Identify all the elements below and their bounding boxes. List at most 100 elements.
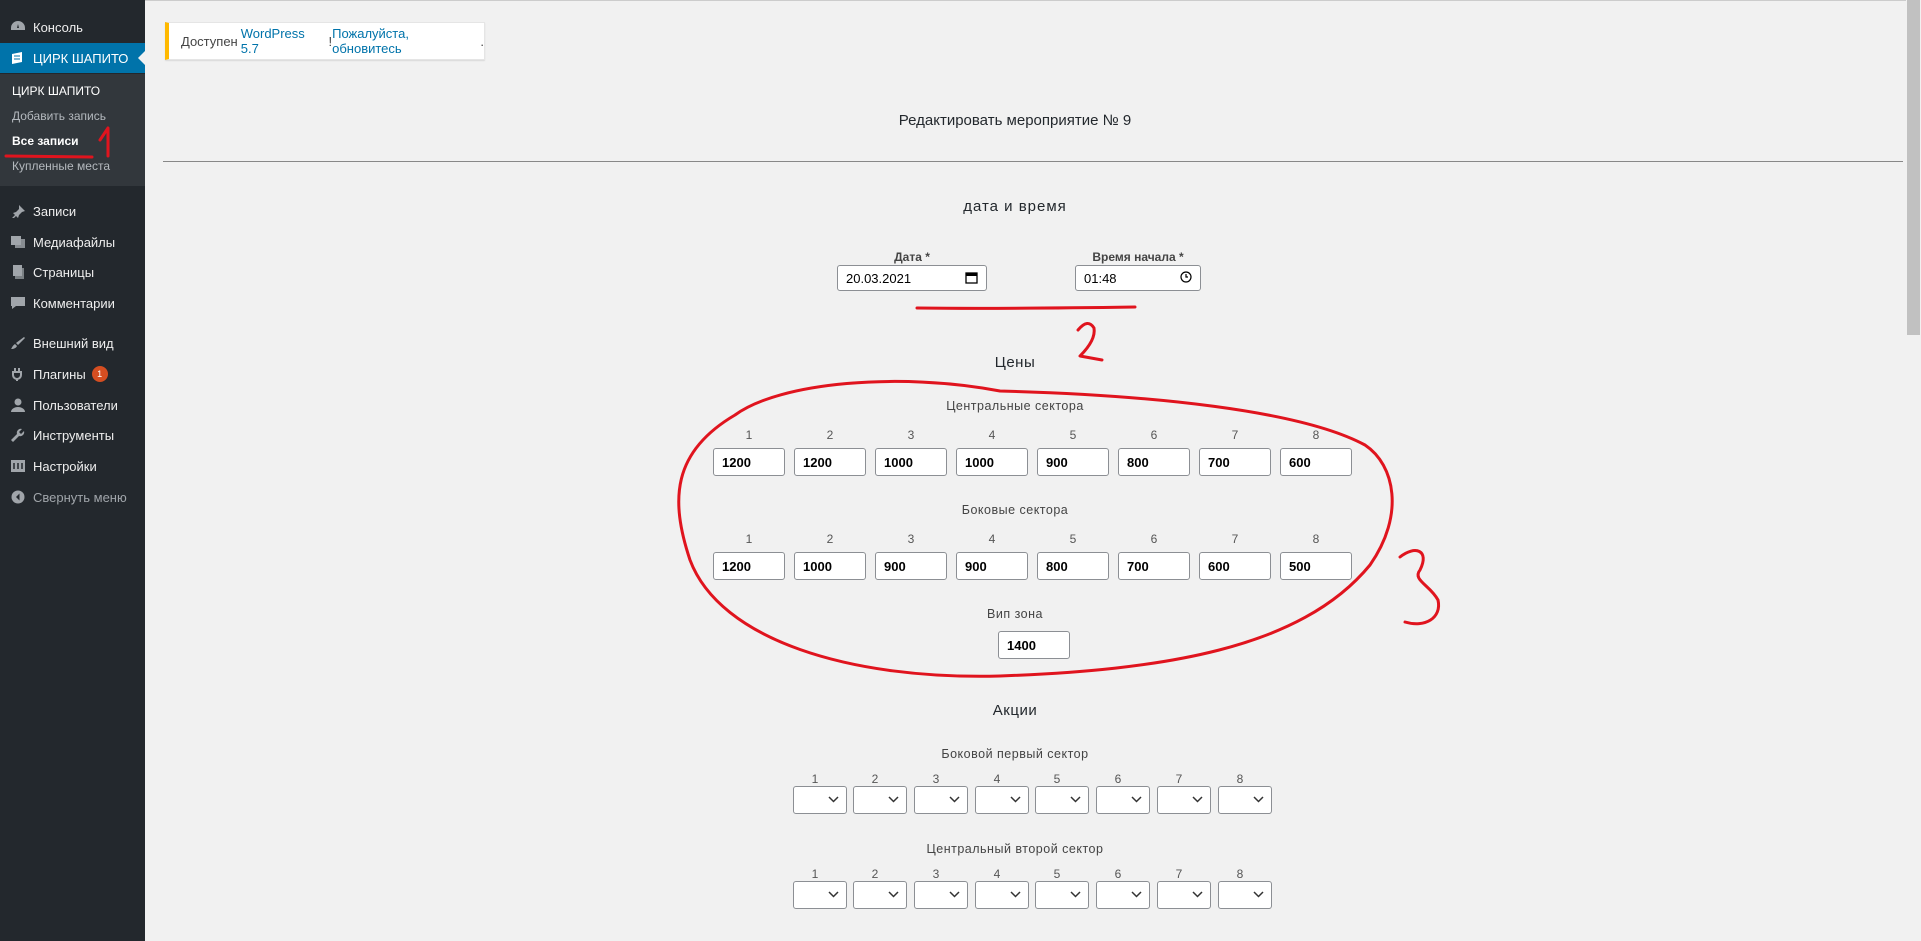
column-number-label: 7 — [1231, 428, 1239, 442]
menu-item-appearance[interactable]: Внешний вид — [0, 328, 145, 358]
price-value: 1000 — [884, 454, 913, 470]
promo-select[interactable] — [975, 786, 1029, 814]
notice-text-suffix: . — [480, 33, 484, 49]
submenu: ЦИРК ШАПИТО Добавить запись Все записи К… — [0, 74, 145, 186]
column-number-label: 6 — [1114, 867, 1122, 881]
price-input[interactable]: 700 — [1199, 448, 1271, 476]
menu-item-posts[interactable]: Записи — [0, 196, 145, 226]
price-input[interactable]: 900 — [956, 552, 1028, 580]
price-input[interactable]: 600 — [1280, 448, 1352, 476]
menu-item-dashboard[interactable]: Консоль — [0, 12, 145, 42]
price-input[interactable]: 900 — [875, 552, 947, 580]
promo-select[interactable] — [853, 881, 907, 909]
menu-label: Плагины — [33, 366, 86, 382]
submenu-item-add[interactable]: Добавить запись — [12, 109, 106, 123]
promo-select[interactable] — [975, 881, 1029, 909]
date-value: 20.03.2021 — [846, 270, 912, 286]
promos-section-title: Акции — [992, 702, 1038, 719]
menu-item-settings[interactable]: Настройки — [0, 451, 145, 481]
collapse-menu-button[interactable]: Свернуть меню — [0, 482, 145, 512]
column-number-label: 7 — [1175, 772, 1183, 786]
menu-label: Пользователи — [33, 397, 118, 413]
menu-item-plugins[interactable]: Плагины 1 — [0, 359, 145, 389]
wordpress-update-link[interactable]: WordPress 5.7 — [241, 26, 326, 56]
dashboard-icon — [10, 20, 26, 34]
price-value: 1200 — [722, 454, 751, 470]
promo-select[interactable] — [1218, 881, 1272, 909]
price-input[interactable]: 1000 — [794, 552, 866, 580]
calendar-icon[interactable] — [965, 271, 978, 287]
price-input[interactable]: 900 — [1037, 448, 1109, 476]
collapse-arrow-icon — [10, 490, 26, 504]
price-value: 800 — [1127, 454, 1149, 470]
chevron-down-icon — [828, 792, 839, 809]
promo-select[interactable] — [1096, 786, 1150, 814]
promo-select[interactable] — [793, 786, 847, 814]
submenu-item-bought[interactable]: Купленные места — [12, 159, 110, 173]
please-update-link[interactable]: Пожалуйста, обновитесь — [332, 26, 480, 56]
update-notice: Доступен WordPress 5.7 ! Пожалуйста, обн… — [165, 22, 485, 60]
pin-icon — [10, 204, 26, 218]
settings-icon — [10, 459, 26, 473]
central-sectors-title: Центральные сектора — [946, 399, 1084, 413]
promo-select[interactable] — [1035, 786, 1089, 814]
vip-price-input[interactable]: 1400 — [998, 631, 1070, 659]
submenu-item-circus[interactable]: ЦИРК ШАПИТО — [12, 84, 100, 98]
menu-item-comments[interactable]: Комментарии — [0, 288, 145, 318]
column-number-label: 3 — [932, 772, 940, 786]
price-value: 600 — [1289, 454, 1311, 470]
column-number-label: 4 — [988, 428, 996, 442]
time-input[interactable]: 01:48 — [1075, 265, 1201, 291]
promo-select[interactable] — [1157, 881, 1211, 909]
menu-item-users[interactable]: Пользователи — [0, 390, 145, 420]
menu-item-media[interactable]: Медиафайлы — [0, 227, 145, 257]
admin-sidebar: Консоль ЦИРК ШАПИТО ЦИРК ШАПИТО Добавить… — [0, 0, 145, 941]
promo-select[interactable] — [853, 786, 907, 814]
clock-icon[interactable] — [1180, 271, 1192, 286]
promo-select[interactable] — [793, 881, 847, 909]
vip-zone-title: Вип зона — [987, 607, 1043, 621]
column-number-label: 1 — [745, 428, 753, 442]
promo-select[interactable] — [1218, 786, 1272, 814]
menu-item-circus[interactable]: ЦИРК ШАПИТО — [0, 43, 145, 73]
price-input[interactable]: 800 — [1118, 448, 1190, 476]
submenu-item-all[interactable]: Все записи — [12, 134, 79, 148]
date-input[interactable]: 20.03.2021 — [837, 265, 987, 291]
promo-select[interactable] — [914, 881, 968, 909]
price-input[interactable]: 600 — [1199, 552, 1271, 580]
column-number-label: 8 — [1236, 772, 1244, 786]
promo-select[interactable] — [1157, 786, 1211, 814]
chevron-down-icon — [1253, 792, 1264, 809]
price-input[interactable]: 1000 — [875, 448, 947, 476]
scrollbar-thumb[interactable] — [1907, 0, 1920, 335]
price-value: 600 — [1208, 558, 1230, 574]
prices-section-title: Цены — [994, 354, 1036, 371]
price-input[interactable]: 700 — [1118, 552, 1190, 580]
menu-item-pages[interactable]: Страницы — [0, 257, 145, 287]
price-input[interactable]: 1200 — [713, 448, 785, 476]
column-number-label: 6 — [1150, 428, 1158, 442]
promo-select[interactable] — [1035, 881, 1089, 909]
price-input[interactable]: 1200 — [713, 552, 785, 580]
column-number-label: 3 — [907, 532, 915, 546]
price-input[interactable]: 500 — [1280, 552, 1352, 580]
menu-item-tools[interactable]: Инструменты — [0, 420, 145, 450]
chevron-down-icon — [828, 887, 839, 904]
promo-select[interactable] — [1096, 881, 1150, 909]
chevron-down-icon — [1131, 887, 1142, 904]
menu-label: Внешний вид — [33, 335, 114, 351]
price-input[interactable]: 1200 — [794, 448, 866, 476]
price-value: 1000 — [803, 558, 832, 574]
column-number-label: 4 — [988, 532, 996, 546]
promo-select[interactable] — [914, 786, 968, 814]
column-number-label: 8 — [1312, 428, 1320, 442]
chevron-down-icon — [1070, 792, 1081, 809]
date-label: Дата * — [894, 250, 930, 264]
price-input[interactable]: 1000 — [956, 448, 1028, 476]
menu-label: Медиафайлы — [33, 234, 116, 250]
price-input[interactable]: 800 — [1037, 552, 1109, 580]
chevron-down-icon — [888, 792, 899, 809]
top-border — [145, 0, 1921, 1]
side-sectors-title: Боковые сектора — [961, 503, 1069, 517]
chevron-down-icon — [1253, 887, 1264, 904]
